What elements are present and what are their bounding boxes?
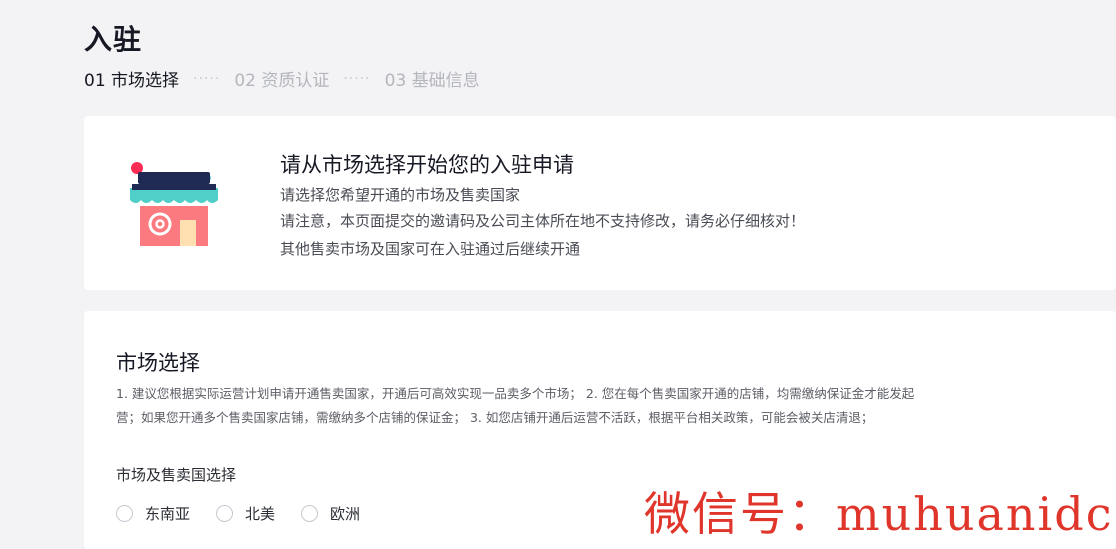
step-qualification: 02 资质认证 — [234, 71, 330, 91]
section-title: 市场选择 — [116, 351, 200, 375]
step-market-selection: 01 市场选择 — [84, 71, 180, 91]
step-separator: ····· — [193, 70, 221, 87]
radio-europe[interactable]: 欧洲 — [301, 503, 360, 524]
market-radio-group: 东南亚 北美 欧洲 — [116, 503, 386, 524]
intro-card: 请从市场选择开始您的入驻申请 请选择您希望开通的市场及售卖国家 请注意，本页面提… — [84, 116, 1116, 290]
radio-label: 欧洲 — [330, 505, 361, 523]
watermark: 微信号：muhuanidc — [644, 487, 1114, 541]
intro-line: 请选择您希望开通的市场及售卖国家 — [280, 186, 521, 204]
market-group-label: 市场及售卖国选择 — [116, 466, 237, 484]
page-title: 入驻 — [84, 23, 143, 56]
shop-icon — [130, 162, 218, 246]
radio-label: 东南亚 — [145, 505, 191, 523]
intro-line: 其他售卖市场及国家可在入驻通过后继续开通 — [280, 240, 581, 258]
section-description: 1. 建议您根据实际运营计划申请开通售卖国家，开通后可高效实现一品卖多个市场； … — [116, 386, 915, 401]
radio-circle-icon[interactable] — [116, 505, 133, 522]
section-description: 营；如果您开通多个售卖国家店铺，需缴纳多个店铺的保证金； 3. 如您店铺开通后运… — [116, 410, 874, 425]
step-basic-info: 03 基础信息 — [384, 71, 480, 91]
radio-circle-icon[interactable] — [216, 505, 234, 522]
intro-line: 请注意，本页面提交的邀请码及公司主体所在地不支持修改，请务必仔细核对！ — [280, 212, 806, 230]
step-separator: ····· — [343, 70, 371, 87]
intro-title: 请从市场选择开始您的入驻申请 — [280, 153, 574, 177]
radio-label: 北美 — [245, 505, 276, 523]
radio-north-america[interactable]: 北美 — [216, 503, 275, 524]
radio-circle-icon[interactable] — [301, 505, 319, 522]
radio-southeast-asia[interactable]: 东南亚 — [116, 503, 190, 524]
step-indicator: 01 市场选择 ····· 02 资质认证 ····· 03 基础信息 — [84, 66, 480, 92]
